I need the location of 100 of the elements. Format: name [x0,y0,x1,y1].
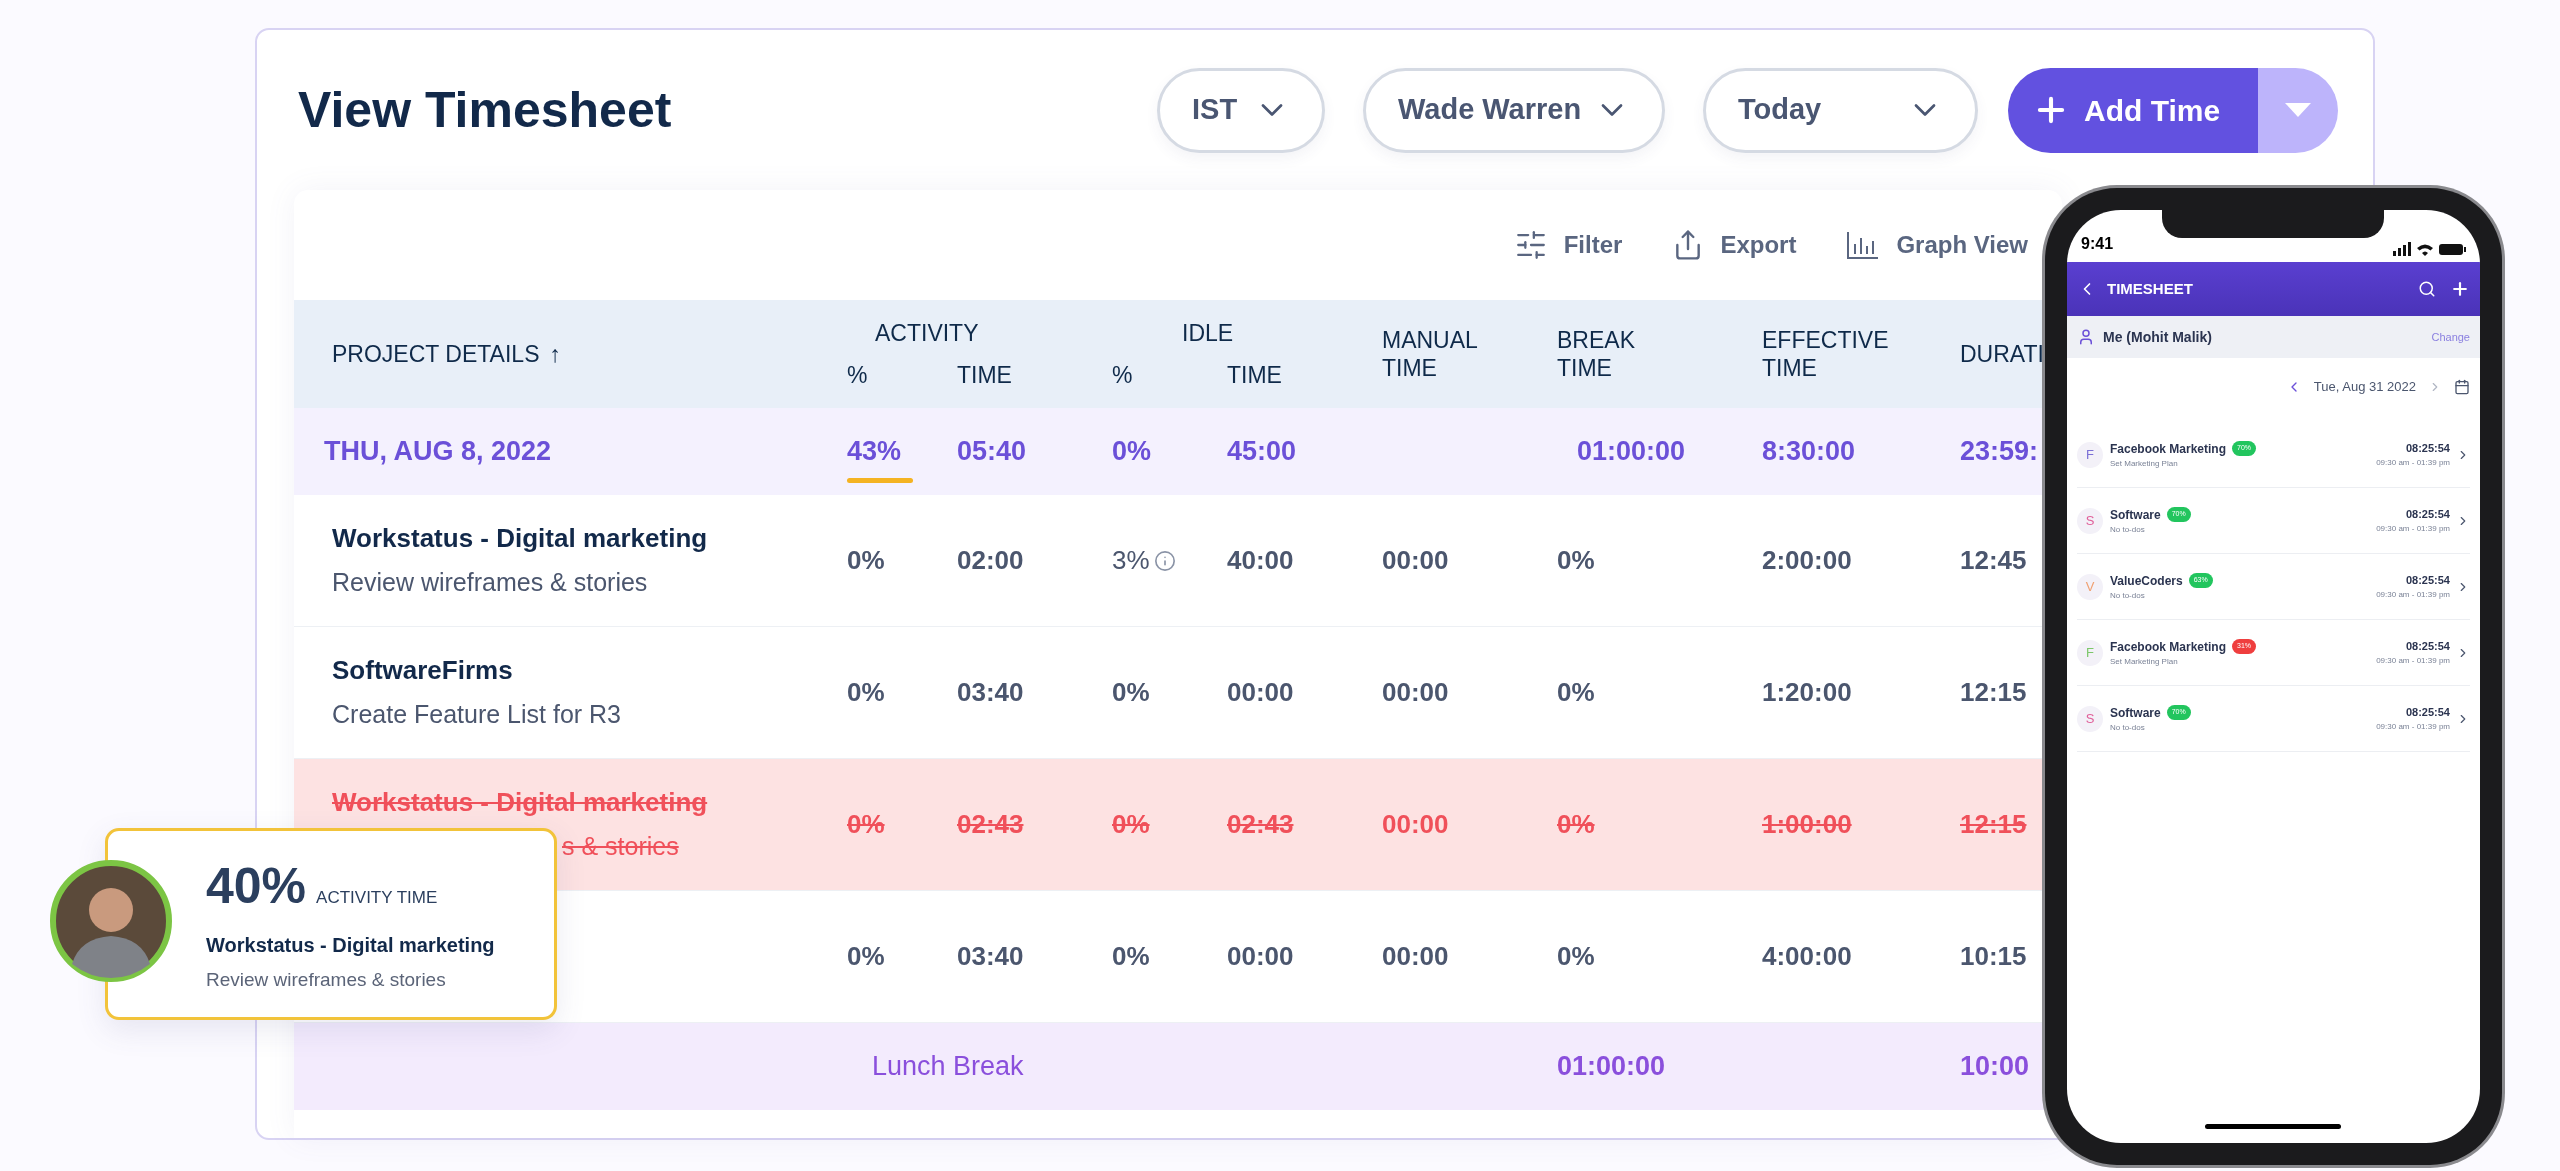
avatar-letter: V [2077,573,2103,600]
project-name: Facebook Marketing [2110,638,2227,656]
table-cell-text: 0% [1112,676,1150,709]
column-header: DURATI [1960,339,2045,369]
duration: 08:25:54 [2405,507,2450,523]
break-label: Lunch Break [871,1050,1025,1084]
wifi-icon [2417,242,2433,256]
table-cell-text: 40:00 [1227,544,1294,577]
task-name: s & stories [562,831,680,863]
task-name: No to-dos [2110,589,2146,602]
project-name: SoftwareFirms [332,654,514,688]
table-cell-text: 0% [1112,940,1150,973]
user-name: Me (Mohit Malik) [2103,327,2212,347]
column-header: IDLE [1181,318,1235,348]
table-cell-text: 0% [1557,940,1595,973]
table-cell-text: 02:43 [1227,808,1294,841]
screen-title: TIMESHEET [2107,278,2193,299]
table-cell-text: 23:59: [1960,435,2040,469]
table-cell-text: 05:40 [957,435,1028,469]
project-name: Software [2110,704,2161,722]
caret-icon [2285,103,2311,117]
column-header: TIME [957,361,1013,390]
table-cell-text: 01:00:00 [1557,1050,1667,1084]
table-cell-text: 01:00:00 [1576,435,1687,469]
duration: 08:25:54 [2405,441,2450,457]
plus-icon[interactable] [2450,279,2470,299]
column-header[interactable]: PROJECT DETAILS [332,336,540,372]
column-header: MANUAL TIME [1382,326,1478,382]
task-name: Review wireframes & stories [332,567,649,599]
table-cell-text: 00:00 [1382,544,1449,577]
table-cell-text: 0% [1112,808,1150,841]
page-title: View Timesheet [298,80,672,140]
info-icon[interactable] [1153,549,1176,572]
duration: 08:25:54 [2405,705,2450,721]
date-label: Tue, Aug 31 2022 [2313,378,2416,397]
project-name: Workstatus - Digital marketing [332,522,709,556]
table-cell-text: 12:15 [1960,808,2027,841]
task-name: Create Feature List for R3 [332,699,622,731]
calendar-icon[interactable] [2454,379,2470,395]
add-time-button[interactable]: Add Time [2008,67,2258,153]
table-cell-text: 10:15 [1960,940,2027,973]
table-cell-text: 2:00:00 [1762,544,1852,577]
table-cell-text: 3% [1112,544,1150,577]
duration: 08:25:54 [2405,639,2450,655]
table-cell-text: 10:00 [1960,1050,2031,1084]
table-cell-text: 03:40 [957,676,1024,709]
table-cell-text: 4:00:00 [1762,940,1852,973]
time-range: 09:30 am - 01:39 pm [2376,456,2450,469]
signal-icon [2393,242,2411,256]
table-cell-text: 00:00 [1382,940,1449,973]
project-name: Facebook Marketing [2110,440,2227,458]
duration: 08:25:54 [2405,573,2450,589]
table-cell-text: 43% [847,435,902,469]
bar-chart-icon [1846,230,1881,260]
table-cell-text: 0% [847,544,885,577]
dropdown[interactable]: IST [1157,67,1325,153]
table-cell-text: 1:00:00 [1762,808,1852,841]
sort-arrow[interactable]: ↑ [549,336,561,372]
avatar-letter: S [2077,705,2103,732]
toolbar-button[interactable]: Export [1672,227,1797,263]
project-name: ValueCoders [2110,572,2183,590]
table-cell-text: 02:00 [957,544,1024,577]
table-cell-text: 03:40 [957,940,1024,973]
dropdown-toggle[interactable] [2258,67,2338,153]
table-cell-text: 00:00 [1382,676,1449,709]
task-name: No to-dos [2110,721,2146,734]
avatar-letter: F [2077,441,2103,468]
column-header: TIME [1227,361,1283,390]
table-cell-text: 00:00 [1382,808,1449,841]
table-cell-text: 0% [1557,676,1595,709]
table-cell-text: 00:00 [1227,676,1294,709]
date-label: THU, AUG 8, 2022 [324,435,553,469]
table-cell-text: 8:30:00 [1762,435,1857,469]
task-name: Review wireframes & stories [206,968,447,992]
dropdown[interactable]: Wade Warren [1363,67,1665,153]
task-name: Set Marketing Plan [2110,655,2179,668]
task-name: No to-dos [2110,523,2146,536]
toolbar-button[interactable]: Filter [1513,227,1623,263]
column-header: EFFECTIVE TIME [1762,326,1890,382]
project-name: Workstatus - Digital marketing [332,786,709,820]
project-name: Workstatus - Digital marketing [206,933,496,958]
avatar-letter: S [2077,507,2103,534]
time-range: 09:30 am - 01:39 pm [2376,720,2450,733]
toolbar-button[interactable]: Graph View [1846,227,2028,263]
table-cell-text: 45:00 [1227,435,1298,469]
column-header: ACTIVITY [874,318,980,348]
table-cell-text: 12:15 [1960,676,2027,709]
time-range: 09:30 am - 01:39 pm [2376,522,2450,535]
table-cell-text: 0% [1557,544,1595,577]
task-name: Set Marketing Plan [2110,457,2179,470]
table-cell-text: 0% [1112,435,1153,469]
dropdown[interactable]: Today [1703,67,1978,153]
column-header: BREAK TIME [1557,326,1636,382]
time-range: 09:30 am - 01:39 pm [2376,588,2450,601]
status-clock: 9:41 [2081,234,2114,254]
activity-caption: ACTIVITY TIME [316,887,438,909]
time-range: 09:30 am - 01:39 pm [2376,654,2450,667]
search-icon[interactable] [2418,280,2436,298]
table-cell-text: 0% [847,676,885,709]
column-header: % [1112,361,1134,390]
